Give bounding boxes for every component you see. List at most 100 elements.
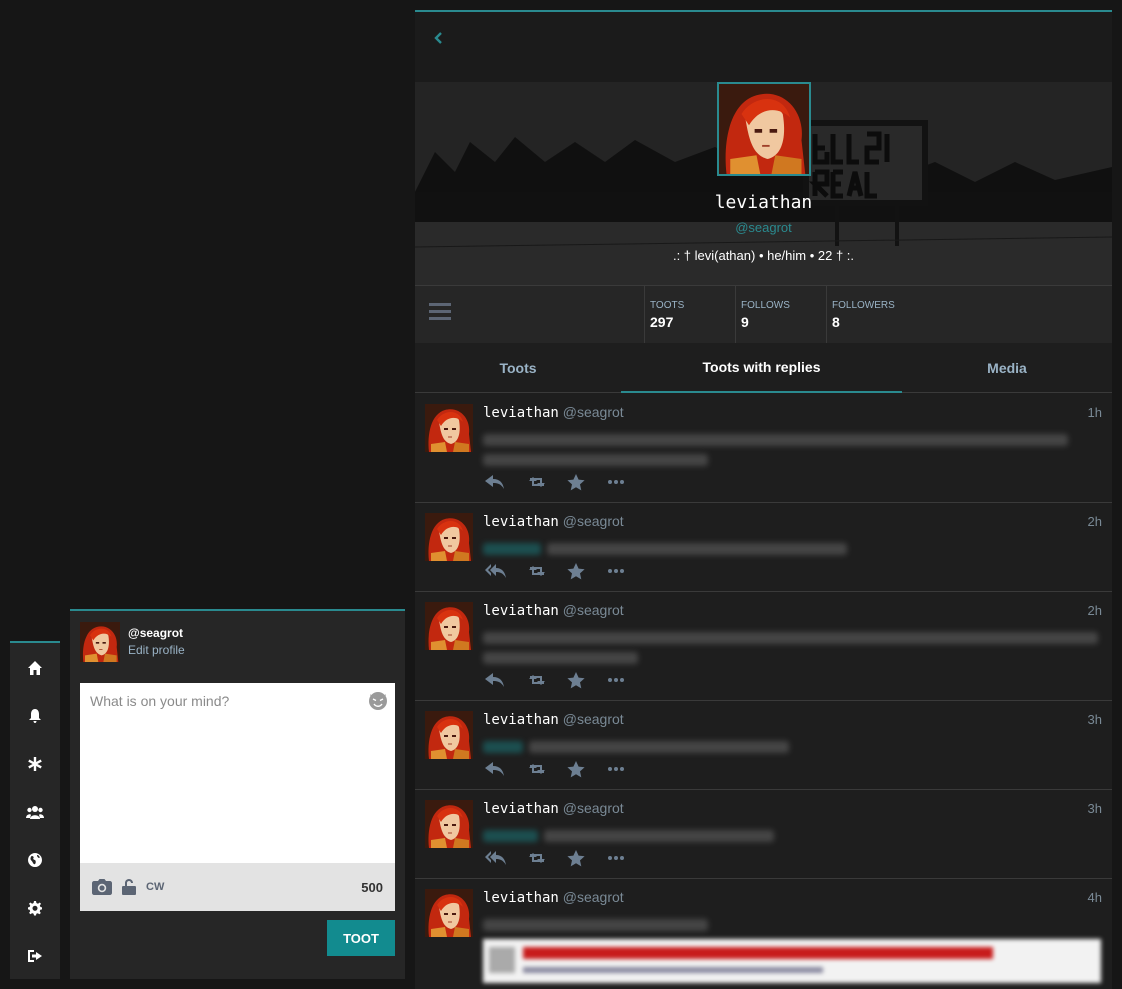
status-header[interactable]: leviathan @seagrot — [483, 404, 624, 421]
more-button[interactable] — [608, 670, 649, 690]
retweet-icon — [529, 853, 545, 863]
unlock-icon — [122, 879, 136, 895]
nav-local[interactable] — [10, 740, 60, 788]
favourite-button[interactable] — [567, 759, 608, 779]
status-header[interactable]: leviathan @seagrot — [483, 602, 624, 619]
nav-federated[interactable] — [10, 836, 60, 884]
status-actions — [485, 848, 649, 868]
compose-textarea[interactable] — [80, 683, 395, 863]
more-button[interactable] — [608, 759, 649, 779]
boost-button[interactable] — [526, 561, 567, 581]
reply-button[interactable] — [485, 848, 526, 868]
avatar[interactable] — [425, 513, 473, 561]
stat-value: 9 — [741, 314, 749, 330]
status-time[interactable]: 4h — [1088, 890, 1102, 905]
content-warning-button[interactable]: CW — [146, 881, 164, 893]
favourite-button[interactable] — [567, 561, 608, 581]
status-time[interactable]: 2h — [1088, 514, 1102, 529]
avatar[interactable] — [425, 602, 473, 650]
star-icon — [567, 473, 585, 490]
status-acct[interactable]: @seagrot — [563, 711, 624, 727]
avatar[interactable] — [425, 889, 473, 937]
nav-logout[interactable] — [10, 932, 60, 980]
status-header[interactable]: leviathan @seagrot — [483, 800, 624, 817]
status-display-name[interactable]: leviathan — [483, 712, 559, 728]
avatar[interactable] — [425, 711, 473, 759]
favourite-button[interactable] — [567, 670, 608, 690]
status-time[interactable]: 1h — [1088, 405, 1102, 420]
status-item[interactable]: leviathan @seagrot 3h — [415, 701, 1112, 790]
reply-button[interactable] — [485, 561, 526, 581]
status-display-name[interactable]: leviathan — [483, 514, 559, 530]
boost-button[interactable] — [526, 759, 567, 779]
status-item[interactable]: leviathan @seagrot 3h — [415, 790, 1112, 879]
boost-button[interactable] — [526, 670, 567, 690]
stat-label: FOLLOWERS — [832, 300, 895, 311]
hamburger-menu-icon[interactable] — [429, 300, 451, 322]
status-display-name[interactable]: leviathan — [483, 890, 559, 906]
boost-button[interactable] — [526, 848, 567, 868]
profile-stats-bar: TOOTS 297 FOLLOWS 9 FOLLOWERS 8 — [415, 285, 1112, 344]
ellipsis-icon — [608, 678, 624, 682]
stat-followers[interactable]: FOLLOWERS 8 — [826, 286, 936, 344]
favourite-button[interactable] — [567, 472, 608, 492]
link-preview-card[interactable] — [483, 939, 1101, 983]
status-item[interactable]: leviathan @seagrot 2h — [415, 592, 1112, 701]
ellipsis-icon — [608, 569, 624, 573]
status-acct[interactable]: @seagrot — [563, 404, 624, 420]
status-acct[interactable]: @seagrot — [563, 889, 624, 905]
status-display-name[interactable]: leviathan — [483, 603, 559, 619]
privacy-button[interactable] — [122, 879, 136, 895]
status-header[interactable]: leviathan @seagrot — [483, 711, 624, 728]
reply-button[interactable] — [485, 472, 526, 492]
status-time[interactable]: 3h — [1088, 801, 1102, 816]
star-icon — [567, 849, 585, 866]
asterisk-icon — [28, 757, 42, 771]
compose-toolbar: CW 500 — [80, 863, 395, 911]
toot-button[interactable]: TOOT — [327, 920, 395, 956]
stat-follows[interactable]: FOLLOWS 9 — [735, 286, 826, 344]
tab-toots-with-replies[interactable]: Toots with replies — [621, 343, 902, 393]
status-item[interactable]: leviathan @seagrot 4h — [415, 879, 1112, 989]
status-header[interactable]: leviathan @seagrot — [483, 513, 624, 530]
status-acct[interactable]: @seagrot — [563, 602, 624, 618]
profile-avatar — [717, 82, 811, 176]
emoji-picker-icon[interactable] — [367, 689, 389, 711]
reply-button[interactable] — [485, 670, 526, 690]
avatar[interactable] — [425, 800, 473, 848]
more-button[interactable] — [608, 561, 649, 581]
status-item[interactable]: leviathan @seagrot 1h — [415, 394, 1112, 503]
stat-toots[interactable]: TOOTS 297 — [644, 286, 735, 344]
status-acct[interactable]: @seagrot — [563, 800, 624, 816]
avatar[interactable] — [425, 404, 473, 452]
more-button[interactable] — [608, 472, 649, 492]
tab-toots[interactable]: Toots — [415, 343, 621, 393]
edit-profile-link[interactable]: Edit profile — [128, 643, 185, 657]
sign-out-icon — [28, 950, 42, 962]
status-actions — [485, 561, 649, 581]
avatar[interactable] — [80, 622, 120, 662]
status-time[interactable]: 3h — [1088, 712, 1102, 727]
boost-button[interactable] — [526, 472, 567, 492]
back-button-icon[interactable] — [432, 30, 446, 46]
status-header[interactable]: leviathan @seagrot — [483, 889, 624, 906]
favourite-button[interactable] — [567, 848, 608, 868]
status-content-blurred — [483, 911, 1103, 983]
nav-federated-users[interactable] — [10, 788, 60, 836]
media-upload-button[interactable] — [92, 879, 112, 895]
status-acct[interactable]: @seagrot — [563, 513, 624, 529]
status-display-name[interactable]: leviathan — [483, 405, 559, 421]
status-time[interactable]: 2h — [1088, 603, 1102, 618]
nav-notifications[interactable] — [10, 692, 60, 740]
status-display-name[interactable]: leviathan — [483, 801, 559, 817]
reply-button[interactable] — [485, 759, 526, 779]
compose-panel: @seagrot Edit profile CW 500 TOOT — [70, 609, 405, 979]
status-item[interactable]: leviathan @seagrot 2h — [415, 503, 1112, 592]
account-handle[interactable]: @seagrot — [128, 626, 185, 640]
nav-preferences[interactable] — [10, 884, 60, 932]
bell-icon — [29, 709, 41, 723]
status-content-blurred — [483, 822, 1103, 842]
nav-home[interactable] — [10, 644, 60, 692]
tab-media[interactable]: Media — [902, 343, 1112, 393]
more-button[interactable] — [608, 848, 649, 868]
